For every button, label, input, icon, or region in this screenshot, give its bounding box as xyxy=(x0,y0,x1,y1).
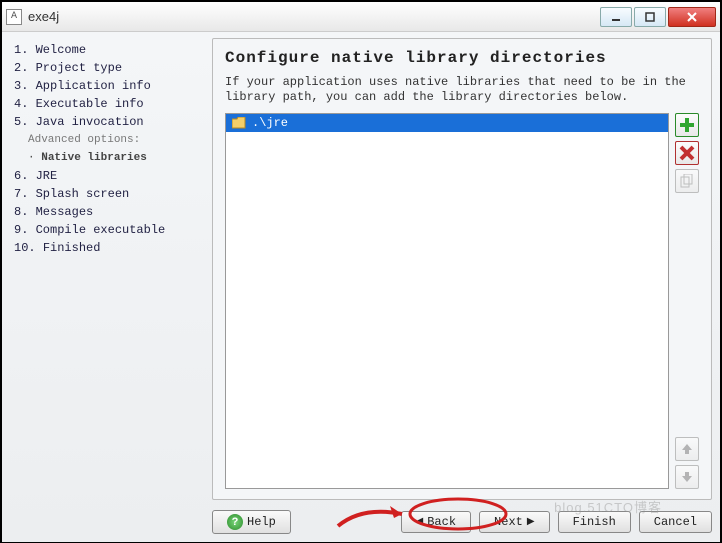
step-finished[interactable]: 10. Finished xyxy=(14,241,198,256)
arrow-down-icon xyxy=(681,471,693,483)
library-directories-list[interactable]: .\jre xyxy=(225,113,669,489)
titlebar: A exe4j xyxy=(2,2,720,32)
page-title: Configure native library directories xyxy=(225,49,699,67)
copy-button[interactable] xyxy=(675,169,699,193)
step-welcome[interactable]: 1. Welcome xyxy=(14,43,198,58)
step-executable-info[interactable]: 4. Executable info xyxy=(14,97,198,112)
help-icon: ? xyxy=(227,514,243,530)
advanced-options-note: Advanced options: xyxy=(28,133,198,148)
step-jre[interactable]: 6. JRE xyxy=(14,169,198,184)
button-bar: ? Help ◀Back Next▶ Finish Cancel xyxy=(212,500,712,534)
page-description: If your application uses native librarie… xyxy=(225,75,699,105)
maximize-button[interactable] xyxy=(634,7,666,27)
step-application-info[interactable]: 3. Application info xyxy=(14,79,198,94)
remove-button[interactable] xyxy=(675,141,699,165)
triangle-left-icon: ◀ xyxy=(416,516,424,528)
copy-icon xyxy=(680,174,694,188)
wizard-sidebar: 1. Welcome 2. Project type 3. Applicatio… xyxy=(2,32,206,542)
add-button[interactable] xyxy=(675,113,699,137)
step-compile-executable[interactable]: 9. Compile executable xyxy=(14,223,198,238)
minimize-button[interactable] xyxy=(600,7,632,27)
main-panel: Configure native library directories If … xyxy=(212,38,712,500)
step-messages[interactable]: 8. Messages xyxy=(14,205,198,220)
list-item-path: .\jre xyxy=(252,116,288,130)
list-item[interactable]: .\jre xyxy=(226,114,668,132)
app-icon: A xyxy=(6,9,22,25)
x-icon xyxy=(679,145,695,161)
folder-icon xyxy=(232,117,246,129)
step-java-invocation[interactable]: 5. Java invocation xyxy=(14,115,198,130)
step-project-type[interactable]: 2. Project type xyxy=(14,61,198,76)
move-up-button[interactable] xyxy=(675,437,699,461)
arrow-up-icon xyxy=(681,443,693,455)
next-button[interactable]: Next▶ xyxy=(479,511,550,533)
step-splash-screen[interactable]: 7. Splash screen xyxy=(14,187,198,202)
back-button[interactable]: ◀Back xyxy=(401,511,472,533)
window-title: exe4j xyxy=(28,9,59,24)
close-button[interactable] xyxy=(668,7,716,27)
plus-icon xyxy=(679,117,695,133)
help-button[interactable]: ? Help xyxy=(212,510,291,534)
finish-button[interactable]: Finish xyxy=(558,511,631,533)
move-down-button[interactable] xyxy=(675,465,699,489)
triangle-right-icon: ▶ xyxy=(527,516,535,528)
cancel-button[interactable]: Cancel xyxy=(639,511,712,533)
step-native-libraries[interactable]: · Native libraries xyxy=(28,151,198,166)
